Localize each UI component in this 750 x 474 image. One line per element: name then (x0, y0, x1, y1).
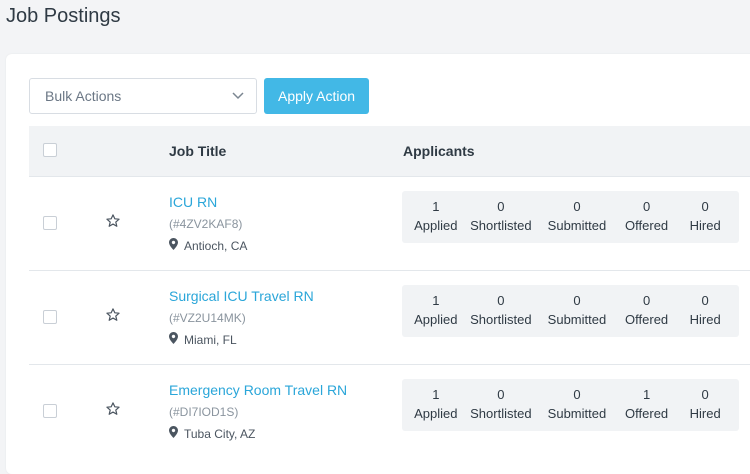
table-header: Job Title Applicants (29, 126, 750, 176)
stat-submitted-count: 0 (573, 199, 581, 214)
map-marker-icon (169, 332, 184, 347)
stat-submitted[interactable]: 0 Submitted (537, 292, 617, 330)
stat-hired-label: Hired (689, 406, 721, 421)
row-checkbox[interactable] (43, 216, 57, 230)
stat-offered-count: 1 (642, 387, 651, 402)
stat-applied[interactable]: 1 Applied (407, 386, 465, 424)
stat-submitted-count: 0 (573, 387, 581, 402)
stat-shortlisted-label: Shortlisted (470, 218, 532, 233)
star-icon[interactable] (105, 401, 121, 422)
applicant-stats: 1 Applied 0 Shortlisted 0 Submitted 0 Of… (402, 285, 739, 337)
stat-shortlisted-count: 0 (497, 387, 505, 402)
table-row: Surgical ICU Travel RN (#VZ2U14MK) Miami… (29, 270, 750, 364)
job-location-text: Antioch, CA (184, 238, 248, 253)
stat-applied-count: 1 (432, 199, 440, 214)
bulk-actions-select-value: Bulk Actions (45, 88, 122, 104)
stat-shortlisted-label: Shortlisted (470, 406, 532, 421)
stat-offered-count: 0 (642, 293, 651, 308)
stat-hired[interactable]: 0 Hired (676, 292, 734, 330)
stat-applied-count: 1 (432, 387, 440, 402)
stat-offered[interactable]: 0 Offered (617, 198, 677, 236)
stat-offered-label: Offered (625, 312, 669, 327)
bulk-actions-select[interactable]: Bulk Actions (29, 78, 257, 114)
stat-shortlisted-count: 0 (497, 293, 505, 308)
page-title: Job Postings (6, 5, 121, 27)
job-postings-table: Job Title Applicants ICU RN (#4ZV2KAF8) … (29, 126, 750, 458)
job-location-text: Tuba City, AZ (184, 426, 256, 441)
job-location: Miami, FL (169, 332, 237, 347)
column-header-job-title: Job Title (169, 143, 227, 159)
chevron-down-icon (232, 92, 244, 100)
star-icon[interactable] (105, 307, 121, 328)
stat-shortlisted[interactable]: 0 Shortlisted (465, 198, 537, 236)
stat-applied-label: Applied (414, 218, 458, 233)
job-code: (#DI7IOD1S) (169, 405, 239, 419)
star-icon[interactable] (105, 213, 121, 234)
stat-applied-label: Applied (414, 406, 458, 421)
row-checkbox[interactable] (43, 310, 57, 324)
job-code: (#VZ2U14MK) (169, 311, 246, 325)
stat-hired-count: 0 (701, 387, 709, 402)
stat-submitted-count: 0 (573, 293, 581, 308)
apply-action-button[interactable]: Apply Action (264, 78, 370, 114)
stat-offered-label: Offered (625, 406, 669, 421)
stat-hired-count: 0 (701, 199, 709, 214)
stat-applied-label: Applied (414, 312, 458, 327)
job-title-link[interactable]: Surgical ICU Travel RN (169, 288, 314, 304)
stat-shortlisted-count: 0 (497, 199, 505, 214)
job-postings-card: Bulk Actions Apply Action Job Title Appl… (6, 54, 750, 474)
stat-hired[interactable]: 0 Hired (676, 386, 734, 424)
stat-hired[interactable]: 0 Hired (676, 198, 734, 236)
stat-applied-count: 1 (432, 293, 440, 308)
stat-submitted-label: Submitted (547, 406, 607, 421)
map-marker-icon (169, 426, 184, 441)
job-code: (#4ZV2KAF8) (169, 217, 243, 231)
stat-hired-label: Hired (689, 218, 721, 233)
stat-shortlisted[interactable]: 0 Shortlisted (465, 386, 537, 424)
applicant-stats: 1 Applied 0 Shortlisted 0 Submitted 1 Of… (402, 379, 739, 431)
job-location-text: Miami, FL (184, 332, 237, 347)
applicant-stats: 1 Applied 0 Shortlisted 0 Submitted 0 Of… (402, 191, 739, 243)
stat-applied[interactable]: 1 Applied (407, 198, 465, 236)
job-title-link[interactable]: Emergency Room Travel RN (169, 382, 347, 398)
stat-shortlisted[interactable]: 0 Shortlisted (465, 292, 537, 330)
stat-submitted-label: Submitted (547, 218, 607, 233)
stat-submitted[interactable]: 0 Submitted (537, 386, 617, 424)
stat-hired-label: Hired (689, 312, 721, 327)
select-all-checkbox[interactable] (43, 143, 57, 157)
stat-hired-count: 0 (701, 293, 709, 308)
column-header-applicants: Applicants (403, 143, 475, 159)
stat-offered-count: 0 (642, 199, 651, 214)
stat-submitted[interactable]: 0 Submitted (537, 198, 617, 236)
stat-submitted-label: Submitted (547, 312, 607, 327)
stat-applied[interactable]: 1 Applied (407, 292, 465, 330)
row-checkbox[interactable] (43, 404, 57, 418)
map-marker-icon (169, 238, 184, 253)
stat-offered[interactable]: 1 Offered (617, 386, 677, 424)
job-title-link[interactable]: ICU RN (169, 194, 217, 210)
stat-offered[interactable]: 0 Offered (617, 292, 677, 330)
bulk-actions-toolbar: Bulk Actions Apply Action (29, 78, 370, 114)
table-row: ICU RN (#4ZV2KAF8) Antioch, CA 1 Applied… (29, 176, 750, 270)
stat-shortlisted-label: Shortlisted (470, 312, 532, 327)
stat-offered-label: Offered (625, 218, 669, 233)
job-location: Antioch, CA (169, 238, 247, 253)
job-location: Tuba City, AZ (169, 426, 255, 441)
